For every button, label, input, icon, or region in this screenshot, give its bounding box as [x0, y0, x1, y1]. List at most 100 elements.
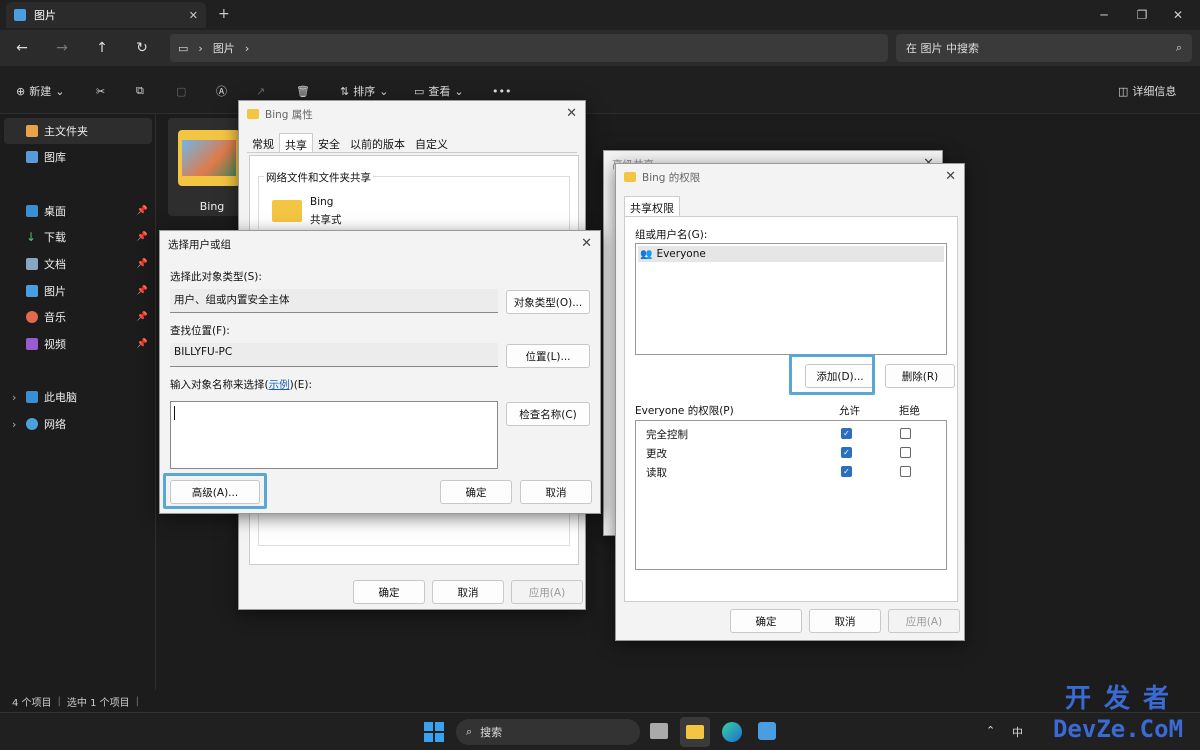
sidebar-item-label: 网络 [44, 418, 66, 431]
tab-customize[interactable]: 自定义 [410, 133, 453, 152]
tab-general[interactable]: 常规 [247, 133, 279, 152]
new-button[interactable]: ⊕ 新建 ⌄ [16, 80, 64, 102]
paste-icon[interactable]: ▢ [176, 80, 186, 102]
cut-icon[interactable]: ✂ [96, 80, 105, 102]
close-icon[interactable]: ✕ [945, 169, 956, 184]
tab-close-icon[interactable]: ✕ [189, 9, 198, 22]
examples-link[interactable]: 示例 [269, 379, 290, 391]
refresh-icon[interactable]: ↻ [128, 37, 156, 59]
perm-label: Everyone 的权限(P) [635, 405, 734, 417]
sidebar-item-desktop[interactable]: 桌面 📌 [4, 198, 152, 224]
details-pane-icon: ◫ [1118, 84, 1129, 98]
pin-icon: 📌 [136, 339, 148, 349]
details-button[interactable]: ◫ 详细信息 [1118, 80, 1176, 102]
details-label: 详细信息 [1132, 85, 1177, 98]
network-icon [26, 418, 38, 430]
sidebar-item-label: 图库 [44, 151, 66, 164]
chevron-up-icon[interactable]: ⌃ [986, 724, 995, 737]
folder-icon [247, 109, 259, 119]
object-type-label: 选择此对象类型(S): [170, 271, 262, 283]
tab-security[interactable]: 安全 [313, 133, 345, 152]
object-types-button[interactable]: 对象类型(O)... [506, 290, 590, 314]
permission-list: 完全控制 ✓ 更改 ✓ 读取 ✓ [635, 420, 947, 570]
breadcrumb[interactable]: 图片 [213, 40, 235, 56]
user-name: Everyone [656, 248, 706, 260]
back-icon[interactable]: ← [8, 37, 36, 59]
dialog-title-bar: Bing 的权限 ✕ [616, 164, 964, 190]
allow-checkbox[interactable]: ✓ [841, 447, 852, 458]
forward-icon[interactable]: → [48, 37, 76, 59]
music-icon [26, 311, 38, 323]
share-icon[interactable]: ↗ [256, 80, 265, 102]
close-window-icon[interactable]: ✕ [1156, 0, 1200, 30]
tab-previous-versions[interactable]: 以前的版本 [345, 133, 410, 152]
ok-button[interactable]: 确定 [353, 580, 425, 604]
sidebar-item-pictures[interactable]: 图片 📌 [4, 278, 152, 304]
ok-button[interactable]: 确定 [730, 609, 802, 633]
remove-button[interactable]: 删除(R) [885, 364, 955, 388]
sidebar-item-thispc[interactable]: › 此电脑 [4, 384, 152, 410]
sidebar-item-label: 图片 [44, 285, 66, 298]
chevron-right-icon[interactable]: › [12, 418, 16, 431]
view-button[interactable]: ▭ 查看 ⌄ [414, 80, 464, 102]
sidebar-item-home[interactable]: 主文件夹 [4, 118, 152, 144]
allow-checkbox[interactable]: ✓ [841, 466, 852, 477]
close-icon[interactable]: ✕ [566, 106, 577, 121]
title-bar: 图片 ✕ + ─ ❐ ✕ [0, 0, 1200, 30]
cancel-button[interactable]: 取消 [432, 580, 504, 604]
delete-icon[interactable]: 🗑 [296, 80, 310, 102]
sidebar-item-documents[interactable]: 文档 📌 [4, 251, 152, 277]
search-icon: ⌕ [466, 725, 473, 738]
dialog-title-bar: 选择用户或组 ✕ [160, 231, 600, 257]
folder-icon [272, 200, 302, 222]
up-icon[interactable]: ↑ [88, 37, 116, 59]
apply-button[interactable]: 应用(A) [888, 609, 960, 633]
task-view-icon[interactable] [650, 723, 668, 739]
ok-button[interactable]: 确定 [440, 480, 512, 504]
new-tab-icon[interactable]: + [218, 6, 230, 22]
file-explorer-icon[interactable] [680, 717, 710, 747]
sidebar-item-gallery[interactable]: 图库 [4, 144, 152, 170]
sort-button[interactable]: ⇅ 排序 ⌄ [340, 80, 388, 102]
cancel-button[interactable]: 取消 [809, 609, 881, 633]
ime-indicator[interactable]: 中 [1012, 724, 1023, 740]
cancel-button[interactable]: 取消 [520, 480, 592, 504]
chevron-down-icon: ⌄ [379, 84, 389, 98]
sidebar-item-label: 音乐 [44, 311, 66, 324]
tab-sharing[interactable]: 共享 [279, 133, 313, 152]
sidebar-item-videos[interactable]: 视频 📌 [4, 331, 152, 357]
pictures-icon [26, 285, 38, 297]
store-icon[interactable] [758, 722, 776, 740]
search-input[interactable]: 在 图片 中搜索 [906, 40, 979, 56]
allow-header: 允许 [839, 405, 860, 417]
object-names-input[interactable] [170, 401, 498, 469]
rename-icon[interactable]: Ⓐ [216, 80, 227, 102]
chevron-right-icon[interactable]: › [12, 391, 16, 404]
edge-icon[interactable] [722, 722, 742, 742]
sidebar-item-music[interactable]: 音乐 📌 [4, 304, 152, 330]
check-names-button[interactable]: 检查名称(C) [506, 402, 590, 426]
sidebar-item-downloads[interactable]: ↓ 下载 📌 [4, 224, 152, 250]
close-icon[interactable]: ✕ [581, 236, 592, 251]
group-title: 网络文件和文件夹共享 [264, 170, 373, 185]
user-list[interactable]: 👥 Everyone [635, 243, 947, 355]
videos-icon [26, 338, 38, 350]
allow-checkbox[interactable]: ✓ [841, 428, 852, 439]
deny-checkbox[interactable] [900, 466, 911, 477]
search-box[interactable]: 在 图片 中搜索 ⌕ [896, 34, 1192, 62]
address-bar[interactable]: ▭ › 图片 › [170, 34, 888, 62]
list-item[interactable]: 👥 Everyone [638, 246, 944, 262]
chevron-down-icon: ⌄ [55, 84, 65, 98]
copy-icon[interactable]: ⧉ [136, 80, 144, 102]
locations-button[interactable]: 位置(L)... [506, 344, 590, 368]
sidebar-item-network[interactable]: › 网络 [4, 411, 152, 437]
start-icon[interactable] [424, 722, 444, 742]
apply-button[interactable]: 应用(A) [511, 580, 583, 604]
location-field: BILLYFU-PC [170, 343, 498, 367]
sidebar-item-label: 视频 [44, 338, 66, 351]
deny-checkbox[interactable] [900, 447, 911, 458]
more-icon[interactable]: ••• [492, 80, 511, 102]
deny-checkbox[interactable] [900, 428, 911, 439]
taskbar-search[interactable]: ⌕ 搜索 [456, 719, 640, 745]
explorer-tab[interactable]: 图片 ✕ [6, 2, 206, 28]
